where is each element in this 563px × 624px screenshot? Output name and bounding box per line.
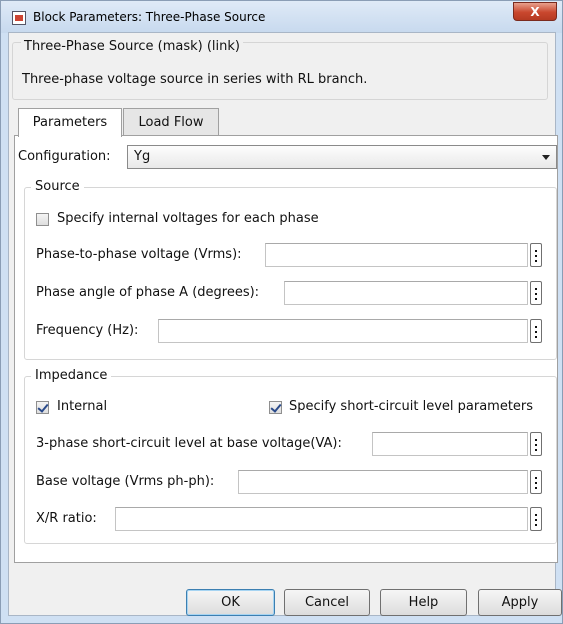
short-circuit-level-edit-button[interactable] [530,432,542,456]
cancel-button[interactable]: Cancel [284,589,370,616]
short-circuit-level-label: 3-phase short-circuit level at base volt… [36,436,342,451]
mask-header: Three-Phase Source (mask) (link) [21,39,243,54]
window-title: Block Parameters: Three-Phase Source [33,10,266,24]
source-legend: Source [31,179,84,194]
title-bar[interactable]: Block Parameters: Three-Phase Source X [1,1,562,33]
close-icon: X [530,5,540,19]
configuration-select[interactable]: Yg [127,145,557,169]
base-voltage-edit-button[interactable] [530,470,542,494]
frequency-field[interactable] [158,319,528,343]
configuration-value: Yg [134,149,151,164]
frequency-label: Frequency (Hz): [36,323,139,338]
short-circuit-level-field[interactable] [372,432,528,456]
xr-ratio-edit-button[interactable] [530,507,542,531]
internal-checkbox[interactable] [36,401,49,414]
configuration-label: Configuration: [18,149,111,164]
frequency-edit-button[interactable] [530,319,542,343]
base-voltage-field[interactable] [238,470,528,494]
xr-ratio-label: X/R ratio: [36,511,97,526]
impedance-legend: Impedance [31,368,112,383]
phase-angle-edit-button[interactable] [530,281,542,305]
ok-button[interactable]: OK [186,589,275,616]
short-circuit-params-checkbox[interactable] [269,401,282,414]
xr-ratio-field[interactable] [115,507,528,531]
close-button[interactable]: X [513,2,557,21]
tab-parameters[interactable]: Parameters [18,108,122,137]
chevron-down-icon [542,155,550,160]
specify-internal-label: Specify internal voltages for each phase [57,211,319,226]
block-icon [12,11,26,25]
internal-label: Internal [57,399,108,414]
specify-internal-checkbox[interactable] [36,213,49,226]
phase-angle-field[interactable] [284,281,528,305]
mask-description: Three-phase voltage source in series wit… [22,72,368,87]
base-voltage-label: Base voltage (Vrms ph-ph): [36,474,215,489]
short-circuit-params-label: Specify short-circuit level parameters [289,399,534,414]
phase-angle-label: Phase angle of phase A (degrees): [36,285,260,300]
phase-voltage-field[interactable] [265,243,528,267]
tab-load-flow[interactable]: Load Flow [123,108,219,135]
phase-voltage-edit-button[interactable] [530,243,542,267]
apply-button[interactable]: Apply [478,589,562,616]
phase-voltage-label: Phase-to-phase voltage (Vrms): [36,247,242,262]
help-button[interactable]: Help [380,589,467,616]
